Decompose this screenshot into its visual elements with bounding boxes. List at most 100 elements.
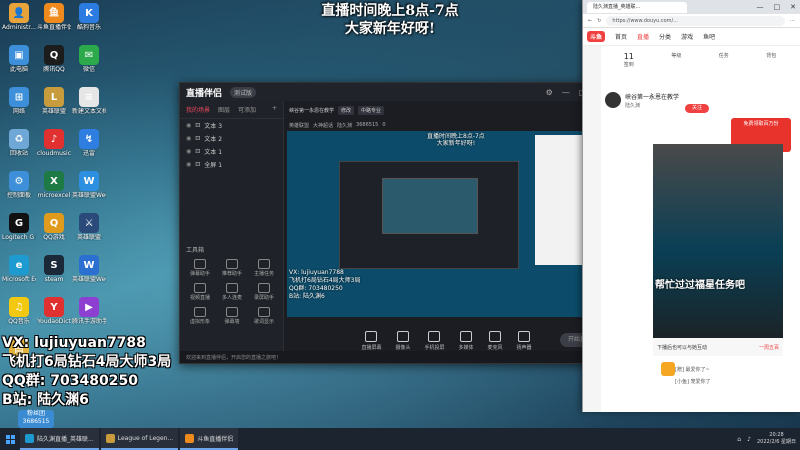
desktop-icon-label: Logitech G HUB (2, 234, 36, 241)
lock-icon[interactable]: ⊡ (195, 122, 200, 129)
control-icon (489, 331, 502, 342)
network-icon[interactable]: ⌂ (737, 436, 741, 443)
desktop-icon[interactable]: Y YoudaoDict (37, 297, 71, 325)
more-icon[interactable]: ⋯ (790, 18, 795, 24)
tool-label: 虚拟形象 (189, 319, 210, 325)
taskbar-app[interactable]: League of Legen... (100, 428, 179, 450)
control-button[interactable]: 手机投屏 (424, 331, 445, 351)
tool-item[interactable]: 视频直播 (184, 283, 216, 301)
desktop-icon[interactable]: ▶ 腾讯手游助手 (72, 297, 106, 325)
tool-item[interactable]: 弹幕助手 (184, 259, 216, 277)
lock-icon[interactable]: ⊡ (195, 148, 200, 155)
close-icon[interactable]: ✕ (790, 3, 796, 11)
tool-item[interactable]: 主播任务 (248, 259, 280, 277)
desktop-icon[interactable]: Q 腾讯QQ (37, 45, 71, 73)
desktop-icon[interactable]: K 酷狗音乐 (72, 3, 106, 31)
settings-icon[interactable]: ⚙ (546, 88, 553, 97)
add-scene-icon[interactable]: + (272, 105, 277, 114)
eye-icon[interactable]: ◉ (186, 135, 191, 142)
source-label: 文本 1 (204, 149, 223, 156)
desktop-icon[interactable]: Xmicroexcel (37, 171, 71, 199)
control-button[interactable]: 麦克风 (488, 331, 503, 351)
desktop-icon[interactable]: 鱼斗鱼直播伴侣 (37, 3, 71, 31)
desktop-icon[interactable]: ♪ cloudmusic (37, 129, 71, 157)
clock[interactable]: 20:28 2022/2/6 星期日 (757, 432, 796, 446)
live-video-player[interactable]: 帮忙过过福星任务吧 下播后也可以与她互动 一周五百 (653, 144, 783, 356)
category-chip[interactable]: 中路专业 (358, 105, 385, 115)
tab-scenes[interactable]: 我的场景 (186, 105, 210, 114)
desktop-icon[interactable]: Q QQ游戏 (37, 213, 71, 241)
desktop-icon[interactable]: W英雄联盟WeGame版 (72, 255, 106, 283)
control-button[interactable]: 多媒体 (459, 331, 474, 351)
desktop-icon[interactable]: ≡ 新建文本文档 (72, 87, 106, 115)
edit-title-chip[interactable]: 修改 (338, 105, 355, 115)
desktop-icon[interactable]: ↯ 迅雷 (72, 129, 106, 157)
desktop-icon-label: 英雄联盟WeGame版 (72, 276, 106, 283)
desktop-icon[interactable]: W英雄联盟WeGame (72, 171, 106, 199)
control-button[interactable]: 扬声器 (517, 331, 532, 351)
stat-level[interactable]: 等级 (671, 52, 681, 82)
desktop-icon[interactable]: 👤 Administr... (2, 3, 36, 31)
desktop-icon[interactable]: L 英雄联盟 (37, 87, 71, 115)
app-icon: ♫ (9, 297, 29, 317)
follow-button[interactable]: 关注 (685, 104, 709, 113)
source-item[interactable]: ◉ ⊡ 文本 1 (180, 145, 283, 158)
taskbar-app[interactable]: 陆久渊直播_英雄联... (20, 428, 99, 450)
gift-icon[interactable] (661, 362, 675, 376)
desktop-icon[interactable]: ♫ QQ音乐 (2, 297, 36, 325)
lock-icon[interactable]: ⊡ (195, 161, 200, 168)
avatar[interactable] (605, 92, 621, 108)
minimize-icon[interactable]: — (562, 88, 570, 97)
app-titlebar[interactable]: 直播伴侣 测试版 ⚙ — □ ✕ (180, 83, 608, 101)
left-rail (583, 46, 601, 412)
nav-fishbar[interactable]: 鱼吧 (703, 32, 715, 41)
taskbar-app[interactable]: 斗鱼直播伴侣 (180, 428, 239, 450)
minimize-icon[interactable]: — (757, 3, 764, 11)
desktop-icon[interactable]: ⚔ 英雄联盟 (72, 213, 106, 241)
tool-item[interactable]: 虚拟形象 (184, 307, 216, 325)
desktop-icon[interactable]: eMicrosoft Edge (2, 255, 36, 283)
eye-icon[interactable]: ◉ (186, 122, 191, 129)
source-label: 全屏 1 (204, 162, 223, 169)
video-bottom-right[interactable]: 一周五百 (759, 344, 779, 351)
desktop-icon[interactable]: Ssteam (37, 255, 71, 283)
desktop-icon[interactable]: ✉ 微信 (72, 45, 106, 73)
stream-preview[interactable]: 直播时间晚上8点-7点 大家新年好呀! VX: lujiuyuan7788 飞机… (287, 131, 607, 317)
stat-task[interactable]: 任务 (719, 52, 729, 82)
nav-game[interactable]: 游戏 (681, 32, 693, 41)
tool-item[interactable]: 歌词显示 (248, 307, 280, 325)
source-item[interactable]: ◉ ⊡ 全屏 1 (180, 158, 283, 171)
stat-bag[interactable]: 背包 (766, 52, 776, 82)
lock-icon[interactable]: ⊡ (195, 135, 200, 142)
source-item[interactable]: ◉ ⊡ 文本 2 (180, 132, 283, 145)
nav-category[interactable]: 分类 (659, 32, 671, 41)
eye-icon[interactable]: ◉ (186, 148, 191, 155)
tool-item[interactable]: 录屏助手 (248, 283, 280, 301)
desktop-icon[interactable]: ▣ 此电脑 (2, 45, 36, 73)
refresh-icon[interactable]: ↻ (597, 18, 601, 24)
start-button[interactable] (0, 428, 20, 450)
desktop-icon[interactable]: ♻ 回收站 (2, 129, 36, 157)
volume-icon[interactable]: ♪ (747, 436, 751, 443)
control-button[interactable]: 直播屏幕 (361, 331, 381, 351)
source-item[interactable]: ◉ ⊡ 文本 3 (180, 119, 283, 132)
windows-icon (5, 434, 15, 444)
desktop-icon[interactable]: ⊞ 网络 (2, 87, 36, 115)
eye-icon[interactable]: ◉ (186, 161, 191, 168)
stat-checkin[interactable]: 11 签到 (624, 52, 634, 82)
desktop-icon[interactable]: GLogitech G HUB (2, 213, 36, 241)
tab-addable[interactable]: 可添加 (238, 105, 256, 114)
tool-item[interactable]: 弹幕墙 (216, 307, 248, 325)
tool-item[interactable]: 多人连麦 (216, 283, 248, 301)
back-icon[interactable]: ← (588, 18, 592, 24)
tab-layers[interactable]: 图层 (218, 105, 230, 114)
nav-live[interactable]: 直播 (637, 32, 649, 41)
desktop-icon[interactable]: ⚙ 控制面板 (2, 171, 36, 199)
maximize-icon[interactable]: □ (774, 3, 781, 11)
control-button[interactable]: 摄像头 (395, 331, 410, 351)
nav-home[interactable]: 首页 (615, 32, 627, 41)
browser-tab[interactable]: 陆久渊直播_英雄联... (587, 1, 687, 13)
url-field[interactable]: https://www.douyu.com/... (606, 15, 785, 26)
tool-item[interactable]: 推荐助手 (216, 259, 248, 277)
site-logo[interactable]: 斗鱼 (587, 31, 606, 42)
